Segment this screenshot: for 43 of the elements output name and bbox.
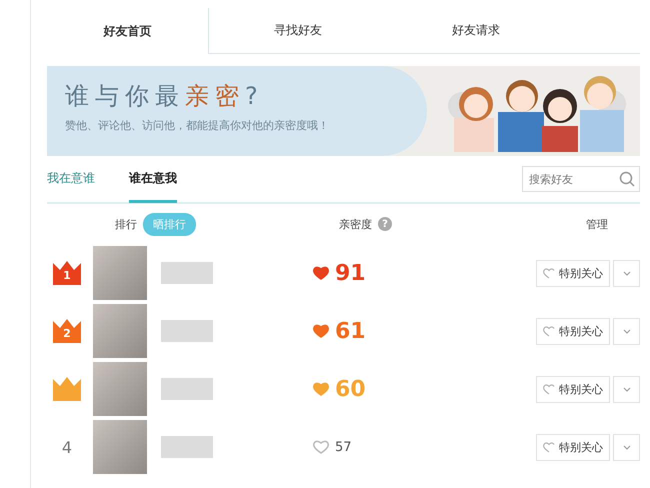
special-care-button[interactable]: 特别关心 bbox=[536, 434, 610, 460]
intimacy-score: 57 bbox=[335, 440, 352, 454]
heart-plus-icon bbox=[543, 384, 555, 394]
crown-rank-badge: 1 bbox=[53, 261, 81, 285]
intimacy-score: 61 bbox=[335, 318, 366, 344]
special-care-button[interactable]: 特别关心 bbox=[536, 260, 610, 286]
special-care-button[interactable]: 特别关心 bbox=[536, 318, 610, 344]
banner-subtitle: 赞他、评论他、访问他，都能提高你对他的亲密度哦！ bbox=[65, 118, 330, 133]
dropdown-button[interactable] bbox=[613, 434, 640, 460]
blurred-name-placeholder bbox=[161, 436, 213, 458]
crown-rank-badge: 2 bbox=[53, 319, 81, 343]
blurred-name-placeholder bbox=[161, 378, 213, 400]
rank-header: 排行 bbox=[115, 216, 137, 232]
intimacy-score: 91 bbox=[335, 260, 366, 286]
tab[interactable]: 好友首页 bbox=[47, 8, 209, 54]
avatar-placeholder bbox=[93, 362, 147, 416]
rank-number: 4 bbox=[60, 438, 74, 456]
dropdown-button[interactable] bbox=[613, 376, 640, 402]
blurred-name-placeholder bbox=[161, 262, 213, 284]
avatar-placeholder bbox=[93, 304, 147, 358]
blurred-name-placeholder bbox=[161, 320, 213, 342]
tab[interactable]: 寻找好友 bbox=[209, 8, 387, 53]
intimacy-score: 60 bbox=[335, 376, 366, 402]
chevron-down-icon bbox=[622, 270, 630, 276]
sub-tab[interactable]: 谁在意我 bbox=[129, 157, 177, 203]
chevron-down-icon bbox=[622, 444, 630, 450]
avatar-placeholder bbox=[93, 420, 147, 474]
manage-header: 管理 bbox=[586, 216, 609, 232]
search-field[interactable]: 搜索好友 bbox=[522, 166, 640, 192]
dropdown-button[interactable] bbox=[613, 260, 640, 286]
avatar-placeholder bbox=[93, 246, 147, 300]
chevron-down-icon bbox=[622, 328, 630, 334]
heart-plus-icon bbox=[543, 268, 555, 278]
search-icon[interactable] bbox=[619, 171, 635, 187]
tab[interactable]: 好友请求 bbox=[387, 8, 565, 53]
sub-tab[interactable]: 我在意谁 bbox=[47, 157, 95, 203]
heart-plus-icon bbox=[543, 442, 555, 452]
special-care-button[interactable]: 特别关心 bbox=[536, 376, 610, 402]
chevron-down-icon bbox=[622, 386, 630, 392]
intimacy-header: 亲密度 bbox=[339, 216, 372, 232]
banner-title: 谁与你最 亲密? bbox=[65, 81, 265, 112]
dropdown-button[interactable] bbox=[613, 318, 640, 344]
heart-plus-icon bbox=[543, 326, 555, 336]
